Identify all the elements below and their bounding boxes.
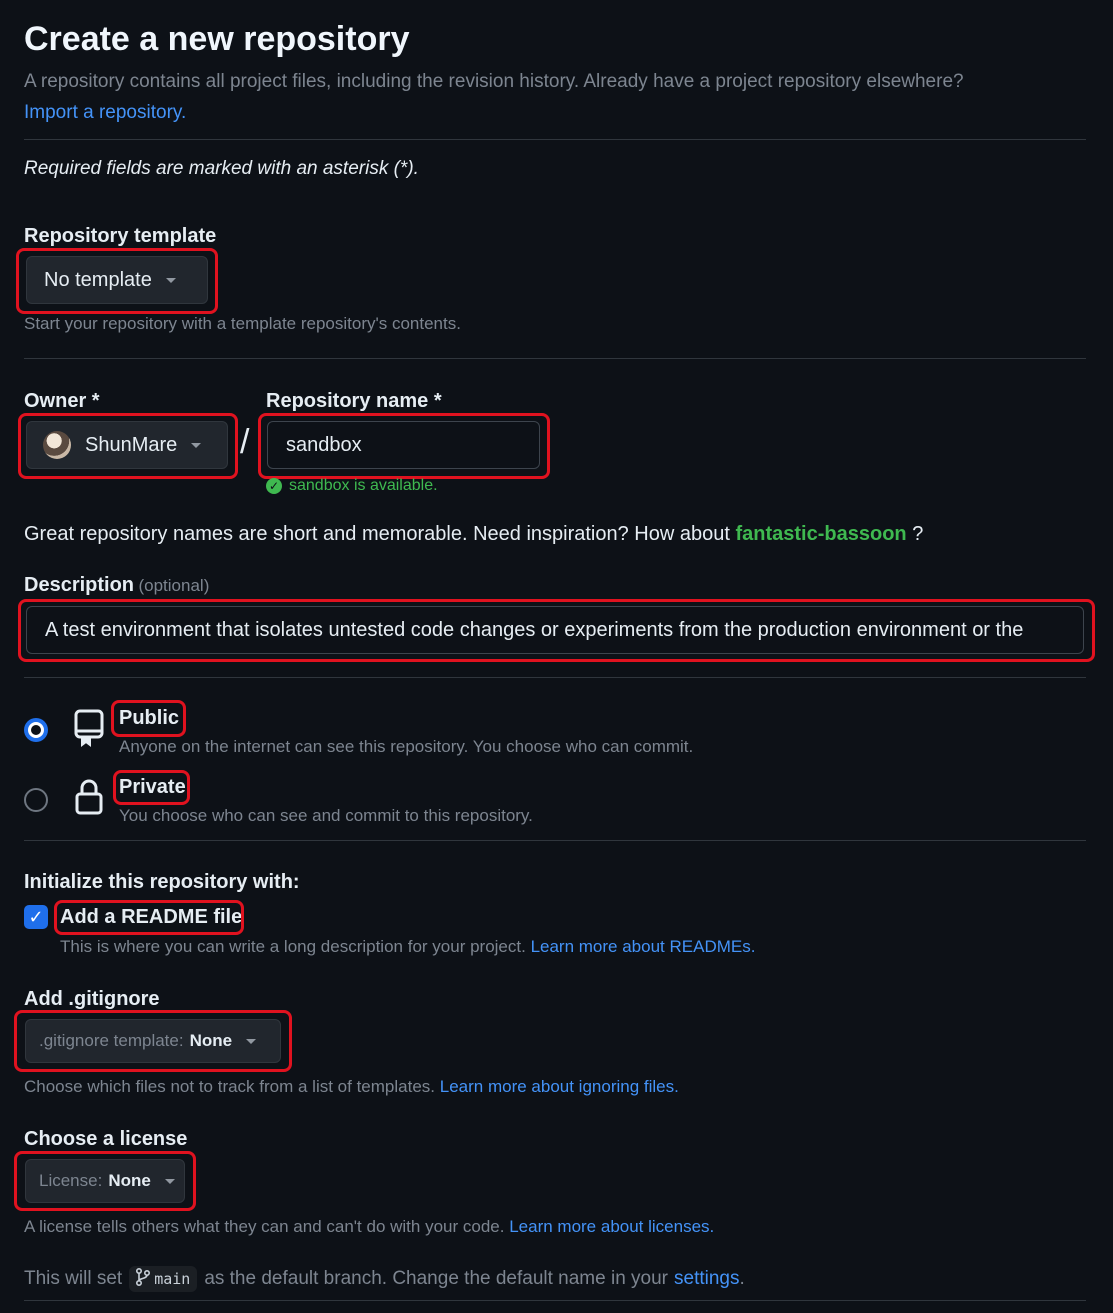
default-branch-note: This will set main as the default branch… bbox=[24, 1266, 745, 1292]
slash-separator: / bbox=[240, 423, 250, 461]
radio-dot bbox=[28, 722, 44, 738]
highlight-box bbox=[16, 248, 218, 314]
public-hint: Anyone on the internet can see this repo… bbox=[119, 737, 694, 756]
availability-text: sandbox is available. bbox=[289, 477, 438, 494]
description-label: Description (optional) bbox=[24, 574, 209, 597]
branch-chip: main bbox=[129, 1266, 198, 1292]
description-label-text: Description bbox=[24, 574, 135, 596]
highlight-box bbox=[258, 413, 550, 479]
branch-name: main bbox=[154, 1270, 191, 1288]
name-suggestion[interactable]: fantastic-bassoon bbox=[735, 523, 906, 545]
highlight-box bbox=[111, 700, 186, 737]
divider bbox=[24, 840, 1086, 841]
readme-learn-more-link[interactable]: Learn more about READMEs. bbox=[531, 937, 756, 956]
repo-icon bbox=[73, 709, 105, 752]
import-repository-link[interactable]: Import a repository. bbox=[24, 102, 186, 124]
private-radio[interactable] bbox=[24, 788, 48, 812]
divider bbox=[24, 677, 1086, 678]
highlight-box bbox=[14, 1151, 196, 1211]
divider bbox=[24, 1300, 1086, 1301]
git-branch-icon bbox=[136, 1267, 151, 1290]
readme-checkbox[interactable]: ✓ bbox=[24, 905, 48, 929]
divider bbox=[24, 358, 1086, 359]
required-note: Required fields are marked with an aster… bbox=[24, 158, 419, 179]
gitignore-label: Add .gitignore bbox=[24, 988, 160, 1010]
inspiration-prefix: Great repository names are short and mem… bbox=[24, 523, 730, 545]
license-hint: A license tells others what they can and… bbox=[24, 1217, 505, 1236]
branch-note-prefix: This will set bbox=[24, 1268, 123, 1289]
lock-icon bbox=[75, 778, 103, 821]
readme-hint-row: This is where you can write a long descr… bbox=[60, 937, 755, 957]
gitignore-learn-more-link[interactable]: Learn more about ignoring files. bbox=[440, 1077, 679, 1096]
private-hint: You choose who can see and commit to thi… bbox=[119, 806, 533, 825]
repo-name-label: Repository name * bbox=[266, 390, 442, 412]
settings-link[interactable]: settings bbox=[674, 1268, 739, 1290]
license-hint-row: A license tells others what they can and… bbox=[24, 1217, 714, 1237]
highlight-box bbox=[14, 1010, 292, 1072]
template-hint: Start your repository with a template re… bbox=[24, 314, 461, 333]
highlight-box bbox=[18, 599, 1095, 662]
license-learn-more-link[interactable]: Learn more about licenses. bbox=[509, 1217, 714, 1236]
gitignore-hint-row: Choose which files not to track from a l… bbox=[24, 1077, 679, 1097]
inspiration-suffix: ? bbox=[912, 523, 924, 545]
inspiration-text: Great repository names are short and mem… bbox=[24, 523, 923, 546]
page-title: Create a new repository bbox=[24, 20, 410, 58]
highlight-box bbox=[54, 900, 244, 935]
owner-label: Owner * bbox=[24, 390, 100, 412]
availability-status: ✓ sandbox is available. bbox=[266, 477, 438, 495]
check-circle-icon: ✓ bbox=[266, 478, 282, 494]
readme-hint: This is where you can write a long descr… bbox=[60, 937, 526, 956]
highlight-box bbox=[113, 770, 190, 805]
template-label: Repository template bbox=[24, 225, 217, 247]
gitignore-hint: Choose which files not to track from a l… bbox=[24, 1077, 436, 1096]
divider bbox=[24, 139, 1086, 140]
branch-note-suffix: as the default branch. Change the defaul… bbox=[204, 1268, 669, 1289]
license-label: Choose a license bbox=[24, 1128, 188, 1150]
branch-note-end: . bbox=[739, 1268, 745, 1289]
public-radio[interactable] bbox=[24, 718, 48, 742]
optional-tag: (optional) bbox=[138, 576, 210, 595]
highlight-box bbox=[18, 413, 238, 479]
initialize-heading: Initialize this repository with: bbox=[24, 871, 300, 893]
page-subtitle: A repository contains all project files,… bbox=[24, 71, 964, 92]
